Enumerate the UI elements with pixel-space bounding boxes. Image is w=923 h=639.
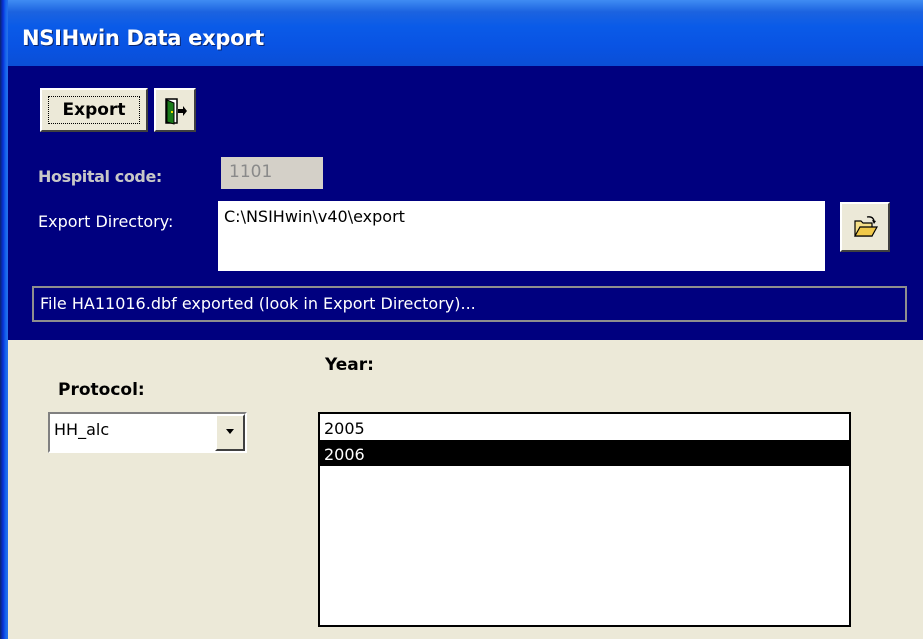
year-list-item-2006[interactable]: 2006	[320, 440, 849, 466]
export-button-label: Export	[48, 96, 140, 124]
protocol-label: Protocol:	[58, 380, 145, 400]
dropdown-arrow-icon	[226, 429, 234, 434]
window-frame-left	[0, 0, 8, 639]
browse-folder-button[interactable]	[840, 202, 890, 252]
year-listbox[interactable]: 2005 2006	[318, 412, 851, 627]
exit-button[interactable]	[154, 88, 196, 132]
protocol-selected-value: HH_alc	[54, 420, 110, 439]
protocol-dropdown-button[interactable]	[215, 414, 245, 451]
status-message: File HA11016.dbf exported (look in Expor…	[32, 286, 907, 322]
open-folder-icon	[854, 216, 878, 237]
hospital-code-field: 1101	[221, 157, 323, 189]
export-window: NSIHwin Data export Export Hospital code…	[0, 0, 923, 639]
exit-door-icon	[165, 98, 187, 125]
export-directory-input[interactable]: C:\NSIHwin\v40\export	[218, 201, 825, 271]
protocol-dropdown[interactable]: HH_alc	[48, 412, 247, 453]
year-list-item-2005[interactable]: 2005	[320, 414, 849, 440]
year-label: Year:	[325, 355, 374, 375]
header-panel: Export Hospital code: 1101 Export Direct…	[8, 66, 923, 340]
export-button[interactable]: Export	[40, 88, 148, 132]
window-title: NSIHwin Data export	[22, 26, 265, 50]
hospital-code-label: Hospital code:	[38, 167, 162, 186]
title-bar[interactable]: NSIHwin Data export	[0, 0, 923, 66]
export-directory-label: Export Directory:	[38, 212, 174, 231]
